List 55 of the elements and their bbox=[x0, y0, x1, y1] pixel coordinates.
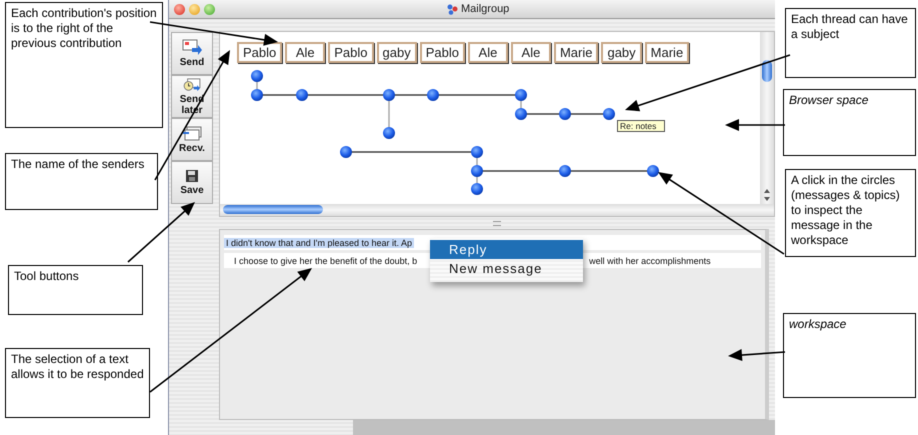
message-node[interactable] bbox=[559, 108, 571, 120]
message-node[interactable] bbox=[471, 183, 483, 195]
message-text[interactable]: well with her accomplishments bbox=[587, 256, 713, 266]
message-text[interactable]: I choose to give her the benefit of the doubt, b bbox=[232, 256, 420, 266]
message-node[interactable] bbox=[603, 108, 615, 120]
sender-tag: Pablo bbox=[420, 42, 465, 63]
callout-box: A click in the circles (messages & topics) to inspect the message in the workspace bbox=[785, 169, 916, 257]
app-icon bbox=[447, 4, 458, 14]
envelope-arrow-icon bbox=[182, 39, 202, 55]
scroll-thumb[interactable] bbox=[762, 60, 772, 82]
message-node[interactable] bbox=[251, 70, 263, 82]
menu-item[interactable]: Reply bbox=[430, 240, 583, 259]
message-node[interactable] bbox=[471, 165, 483, 177]
sender-tag: Pablo bbox=[237, 42, 282, 63]
message-node[interactable] bbox=[296, 89, 308, 101]
toolbar-button[interactable]: Send bbox=[171, 32, 213, 75]
subject-label: Re: notes bbox=[617, 120, 665, 132]
callout-box: workspace bbox=[783, 313, 916, 398]
toolbar-button[interactable]: Recv. bbox=[171, 118, 213, 161]
toolbar-button[interactable]: Save bbox=[171, 161, 213, 204]
callout-box: Each thread can have a subject bbox=[785, 8, 916, 78]
window-title: Mailgroup bbox=[461, 3, 510, 15]
vertical-scrollbar[interactable] bbox=[760, 32, 774, 204]
sender-tag: Ale bbox=[468, 42, 508, 63]
callout-box: Each contribution's position is to the right of the previous contribution bbox=[5, 2, 163, 128]
message-node[interactable] bbox=[559, 165, 571, 177]
message-node[interactable] bbox=[251, 89, 263, 101]
callout-box: Tool buttons bbox=[8, 265, 143, 315]
callout-arrow bbox=[728, 349, 786, 361]
horizontal-scrollbar[interactable] bbox=[220, 204, 774, 216]
callout-box: Browser space bbox=[783, 89, 916, 156]
message-node[interactable] bbox=[383, 127, 395, 139]
sender-tag: Ale bbox=[510, 42, 551, 63]
envelopes-icon bbox=[182, 125, 202, 141]
message-node[interactable] bbox=[647, 165, 659, 177]
sender-tag: Ale bbox=[285, 42, 326, 63]
sender-tag: Marie bbox=[644, 42, 690, 63]
sender-tag: gaby bbox=[376, 42, 417, 63]
message-node[interactable] bbox=[471, 146, 483, 158]
close-button[interactable] bbox=[174, 4, 185, 14]
message-node[interactable] bbox=[383, 89, 395, 101]
menu-item[interactable]: New message bbox=[430, 259, 583, 278]
message-node[interactable] bbox=[515, 89, 527, 101]
callout-arrow bbox=[725, 119, 785, 131]
callout-box: The name of the senders bbox=[5, 153, 158, 210]
callout-box: The selection of a text allows it to be responded bbox=[5, 348, 150, 418]
callout-arrow bbox=[127, 202, 195, 263]
message-node[interactable] bbox=[515, 108, 527, 120]
sender-tag: Pablo bbox=[328, 42, 374, 63]
message-text[interactable]: I didn't know that and I'm pleased to hear it. Ap bbox=[224, 238, 414, 248]
scroll-arrows-icon[interactable] bbox=[763, 188, 771, 202]
sender-tag: gaby bbox=[601, 42, 642, 63]
message-node[interactable] bbox=[340, 146, 352, 158]
message-node[interactable] bbox=[427, 89, 439, 101]
sender-tag: Marie bbox=[554, 42, 598, 63]
